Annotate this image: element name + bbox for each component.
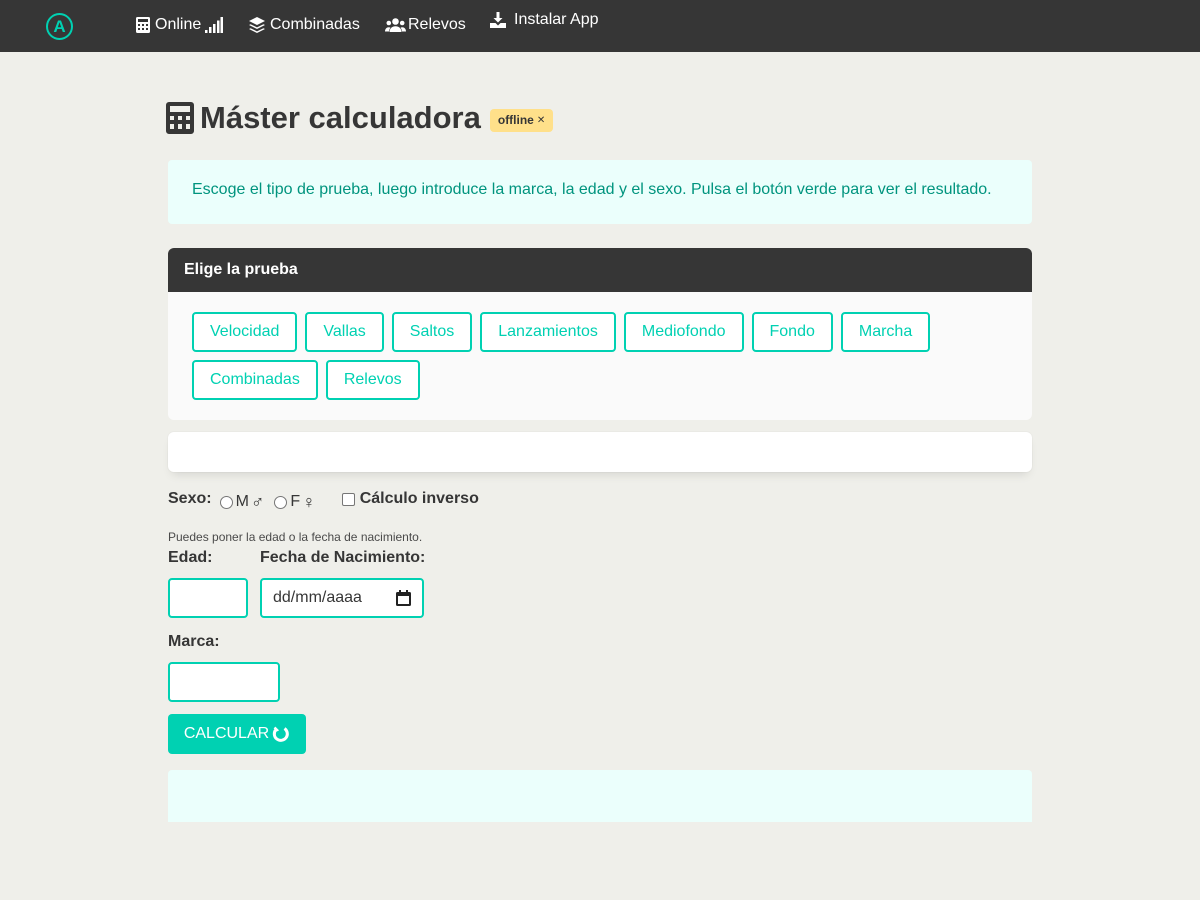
event-buttons: Velocidad Vallas Saltos Lanzamientos Med… xyxy=(168,292,1032,420)
signal-icon xyxy=(205,17,224,33)
event-button-relevos[interactable]: Relevos xyxy=(325,360,420,400)
event-panel: Elige la prueba Velocidad Vallas Saltos … xyxy=(168,248,1032,420)
radio-f[interactable] xyxy=(274,495,288,509)
event-button-saltos[interactable]: Saltos xyxy=(391,312,473,352)
refresh-icon xyxy=(273,726,289,742)
logo-icon[interactable]: A xyxy=(46,13,73,40)
radio-option-f[interactable]: F ♀ xyxy=(274,492,316,512)
instructions-text: Escoge el tipo de prueba, luego introduc… xyxy=(192,181,992,198)
selected-event-box xyxy=(168,432,1032,472)
radio-option-m[interactable]: M ♂ xyxy=(219,492,265,512)
radio-m[interactable] xyxy=(219,495,233,509)
edad-label: Edad: xyxy=(168,549,213,566)
calculate-button-label: CALCULAR xyxy=(183,725,270,742)
nav-item-relevos[interactable]: Relevos xyxy=(385,16,466,34)
offline-tag[interactable]: offline ✕ xyxy=(489,108,554,132)
nav-item-combinadas[interactable]: Combinadas xyxy=(249,16,360,34)
event-button-vallas[interactable]: Vallas xyxy=(305,312,384,352)
nav-item-online[interactable]: Online xyxy=(136,16,224,34)
nav-online-label: Online xyxy=(155,16,202,33)
calculator-icon xyxy=(136,17,150,33)
event-button-lanzamientos[interactable]: Lanzamientos xyxy=(480,312,616,352)
page-title: Máster calculadora xyxy=(200,100,481,135)
inverse-calc-checkbox[interactable] xyxy=(341,492,355,506)
logo-letter: A xyxy=(53,17,66,36)
male-icon: ♂ xyxy=(250,492,265,512)
event-button-mediofondo[interactable]: Mediofondo xyxy=(623,312,744,352)
age-help-text: Puedes poner la edad o la fecha de nacim… xyxy=(168,530,423,544)
calculate-button[interactable]: CALCULAR xyxy=(168,714,306,754)
marca-label: Marca: xyxy=(168,633,220,650)
close-icon[interactable]: ✕ xyxy=(537,109,545,132)
inverse-calc-label: Cálculo inverso xyxy=(359,490,479,507)
marca-input[interactable] xyxy=(168,662,280,702)
sexo-label: Sexo: xyxy=(168,490,212,507)
nav-combinadas-label: Combinadas xyxy=(270,16,360,33)
layers-icon xyxy=(249,17,265,33)
users-icon xyxy=(385,18,406,32)
navbar: A Online Combinadas Relevos Instalar App xyxy=(0,0,1200,52)
download-icon xyxy=(490,12,506,28)
event-button-combinadas[interactable]: Combinadas xyxy=(192,360,318,400)
inverse-calc-option[interactable]: Cálculo inverso xyxy=(341,490,479,508)
nav-relevos-label: Relevos xyxy=(408,16,466,33)
edad-input[interactable] xyxy=(168,578,248,618)
radio-f-label: F xyxy=(290,493,301,510)
nav-item-instalar-app[interactable]: Instalar App xyxy=(490,11,599,29)
female-icon: ♀ xyxy=(302,492,316,512)
sex-selector-row: Sexo: M ♂ F ♀ Cálculo inverso xyxy=(168,487,479,511)
page-title-row: Máster calculadora offline ✕ xyxy=(166,100,554,136)
event-button-marcha[interactable]: Marcha xyxy=(840,312,931,352)
nav-instalar-label: Instalar App xyxy=(514,11,599,28)
fecha-nacimiento-input[interactable]: dd/mm/aaaa xyxy=(260,578,424,618)
fecha-label: Fecha de Nacimiento: xyxy=(260,549,426,566)
calculator-icon xyxy=(166,102,194,134)
instructions-notification: Escoge el tipo de prueba, luego introduc… xyxy=(168,160,1032,224)
event-button-fondo[interactable]: Fondo xyxy=(751,312,833,352)
calendar-icon[interactable] xyxy=(396,590,411,606)
fecha-placeholder: dd/mm/aaaa xyxy=(273,589,362,606)
event-button-velocidad[interactable]: Velocidad xyxy=(192,312,298,352)
radio-m-label: M xyxy=(235,493,249,510)
result-area xyxy=(168,770,1032,822)
panel-heading: Elige la prueba xyxy=(168,248,1032,292)
offline-tag-label: offline xyxy=(497,112,534,127)
